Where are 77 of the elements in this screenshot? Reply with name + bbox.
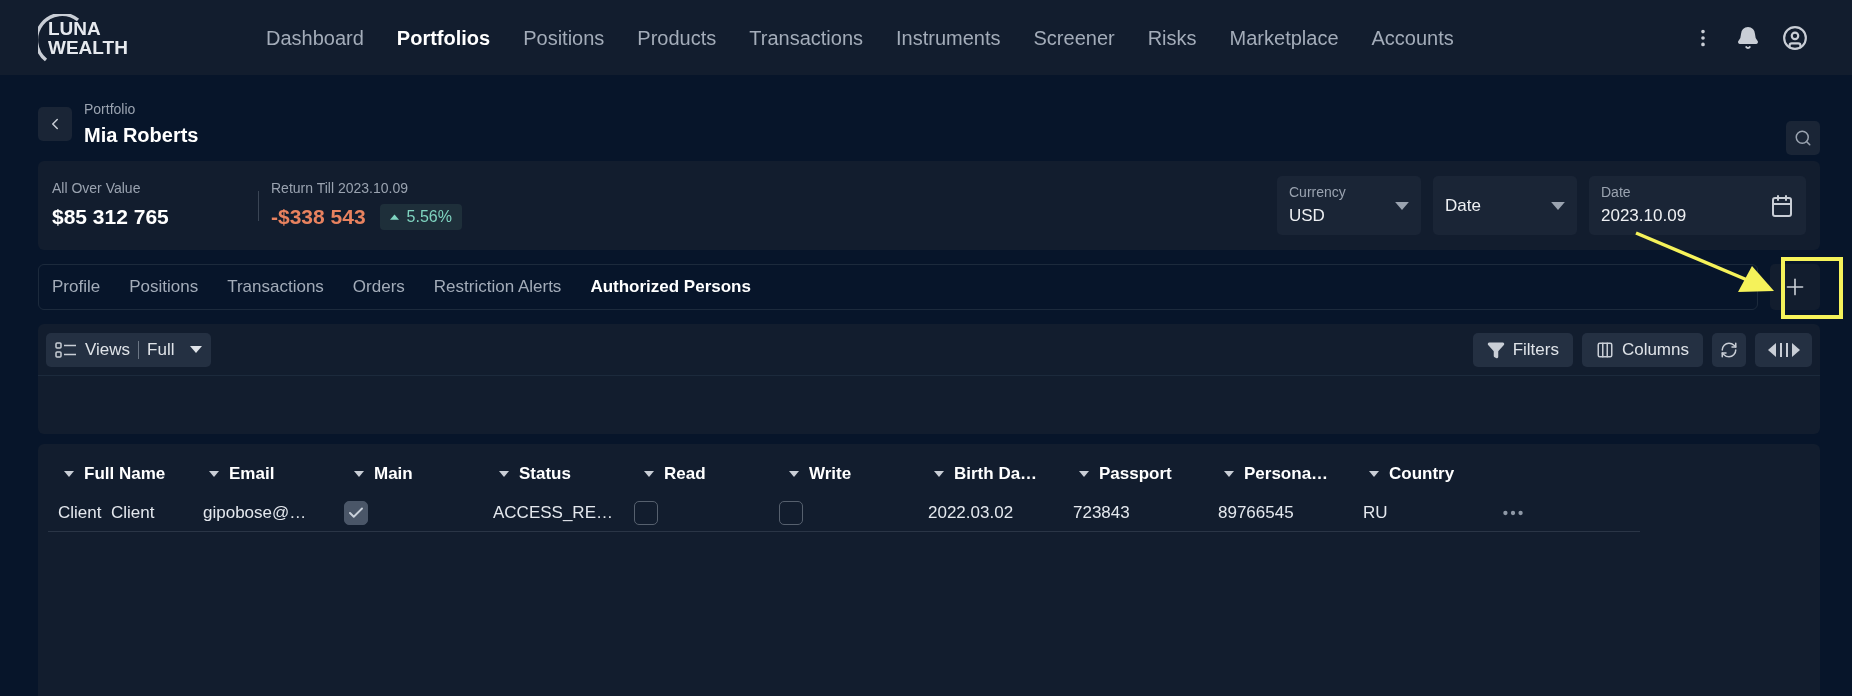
nav-link[interactable]: Transactions bbox=[749, 22, 864, 53]
sort-caret-icon bbox=[499, 471, 509, 477]
list-icon bbox=[55, 341, 77, 358]
return-value: -$338 543 bbox=[271, 204, 366, 231]
checkbox[interactable] bbox=[779, 500, 803, 525]
sort-caret-icon bbox=[934, 471, 944, 477]
user-profile-icon[interactable] bbox=[1782, 24, 1808, 51]
tab[interactable]: Positions bbox=[129, 274, 199, 300]
refresh-icon bbox=[1720, 340, 1738, 359]
change-badge: 5.56% bbox=[379, 204, 462, 230]
value-label: All Over Value bbox=[52, 179, 142, 199]
nav-link[interactable]: Accounts bbox=[1371, 22, 1454, 53]
column-header[interactable]: Persona… bbox=[1208, 461, 1353, 487]
table-cell-text: RU bbox=[1363, 501, 1388, 524]
column-header[interactable]: Birth Da… bbox=[918, 461, 1063, 487]
column-header[interactable]: Read bbox=[628, 461, 773, 487]
sort-caret-icon bbox=[1224, 471, 1234, 477]
tab[interactable]: Restriction Alerts bbox=[433, 274, 562, 300]
table-cell-text: 2022.03.02 bbox=[928, 501, 1014, 524]
dropdown-field[interactable]: Currency USD bbox=[1277, 176, 1421, 235]
sort-caret-icon bbox=[789, 471, 799, 477]
filter-icon bbox=[1486, 340, 1505, 359]
columns-icon bbox=[1595, 340, 1614, 359]
search-icon bbox=[1794, 129, 1812, 147]
search-button[interactable] bbox=[1786, 121, 1820, 155]
column-resize-button[interactable] bbox=[1755, 332, 1812, 367]
nav-link[interactable]: Screener bbox=[1033, 22, 1115, 53]
calendar-icon[interactable] bbox=[1770, 193, 1794, 218]
tab[interactable]: Orders bbox=[352, 274, 405, 300]
nav-link[interactable]: Products bbox=[637, 22, 717, 53]
nav-link[interactable]: Marketplace bbox=[1229, 22, 1339, 53]
views-dropdown[interactable]: Views Full bbox=[46, 332, 212, 367]
column-header[interactable]: Status bbox=[483, 461, 628, 487]
notifications-icon[interactable] bbox=[1736, 25, 1760, 50]
sort-caret-icon bbox=[209, 471, 219, 477]
refresh-button[interactable] bbox=[1712, 332, 1746, 367]
column-header[interactable]: Passport bbox=[1063, 461, 1208, 487]
tab[interactable]: Authorized Persons bbox=[590, 274, 751, 300]
sort-caret-icon bbox=[644, 471, 654, 477]
table-cell-text: ACCESS_RE… bbox=[493, 501, 613, 524]
column-header[interactable]: Country bbox=[1353, 461, 1498, 487]
table-cell-text: 89766545 bbox=[1218, 501, 1294, 524]
table-cell-text: 723843 bbox=[1073, 501, 1130, 524]
nav-link[interactable]: Portfolios bbox=[396, 22, 491, 53]
date-field[interactable]: Date 2023.10.09 bbox=[1589, 176, 1806, 235]
total-value: $85 312 765 bbox=[52, 204, 170, 231]
caret-icon bbox=[1395, 201, 1409, 210]
column-header[interactable]: Email bbox=[193, 461, 338, 487]
sort-caret-icon bbox=[64, 471, 74, 477]
filters-button[interactable]: Filters bbox=[1472, 332, 1573, 367]
caret-icon bbox=[190, 346, 203, 353]
column-header[interactable]: Write bbox=[773, 461, 918, 487]
sort-caret-icon bbox=[1369, 471, 1379, 477]
return-label: Return Till 2023.10.09 bbox=[271, 179, 409, 199]
checkbox[interactable] bbox=[634, 500, 658, 525]
nav-link[interactable]: Instruments bbox=[896, 22, 1001, 53]
caret-icon bbox=[1551, 201, 1565, 210]
tab[interactable]: Profile bbox=[52, 274, 101, 300]
column-header[interactable]: Main bbox=[338, 461, 483, 487]
add-button[interactable] bbox=[1770, 264, 1820, 310]
nav-link[interactable]: Risks bbox=[1147, 22, 1197, 53]
dropdown-field[interactable]: Date bbox=[1433, 176, 1577, 235]
table-cell-text: gipobose@… bbox=[203, 501, 307, 524]
nav-link[interactable]: Dashboard bbox=[266, 22, 364, 53]
columns-button[interactable]: Columns bbox=[1581, 332, 1703, 367]
sort-caret-icon bbox=[354, 471, 364, 477]
tab[interactable]: Transactions bbox=[227, 274, 324, 300]
portfolio-title: Mia Roberts bbox=[84, 122, 199, 148]
column-header[interactable]: Full Name bbox=[48, 461, 193, 487]
up-triangle-icon bbox=[389, 214, 399, 220]
logo[interactable]: LUNA WEALTH bbox=[38, 9, 148, 66]
page-caption: Portfolio bbox=[84, 99, 137, 119]
checkbox[interactable] bbox=[344, 500, 368, 525]
nav-link[interactable]: Positions bbox=[523, 22, 605, 53]
table-cell-text: Client Client bbox=[58, 501, 155, 524]
highlight-frame bbox=[1781, 257, 1843, 319]
sort-caret-icon bbox=[1079, 471, 1089, 477]
